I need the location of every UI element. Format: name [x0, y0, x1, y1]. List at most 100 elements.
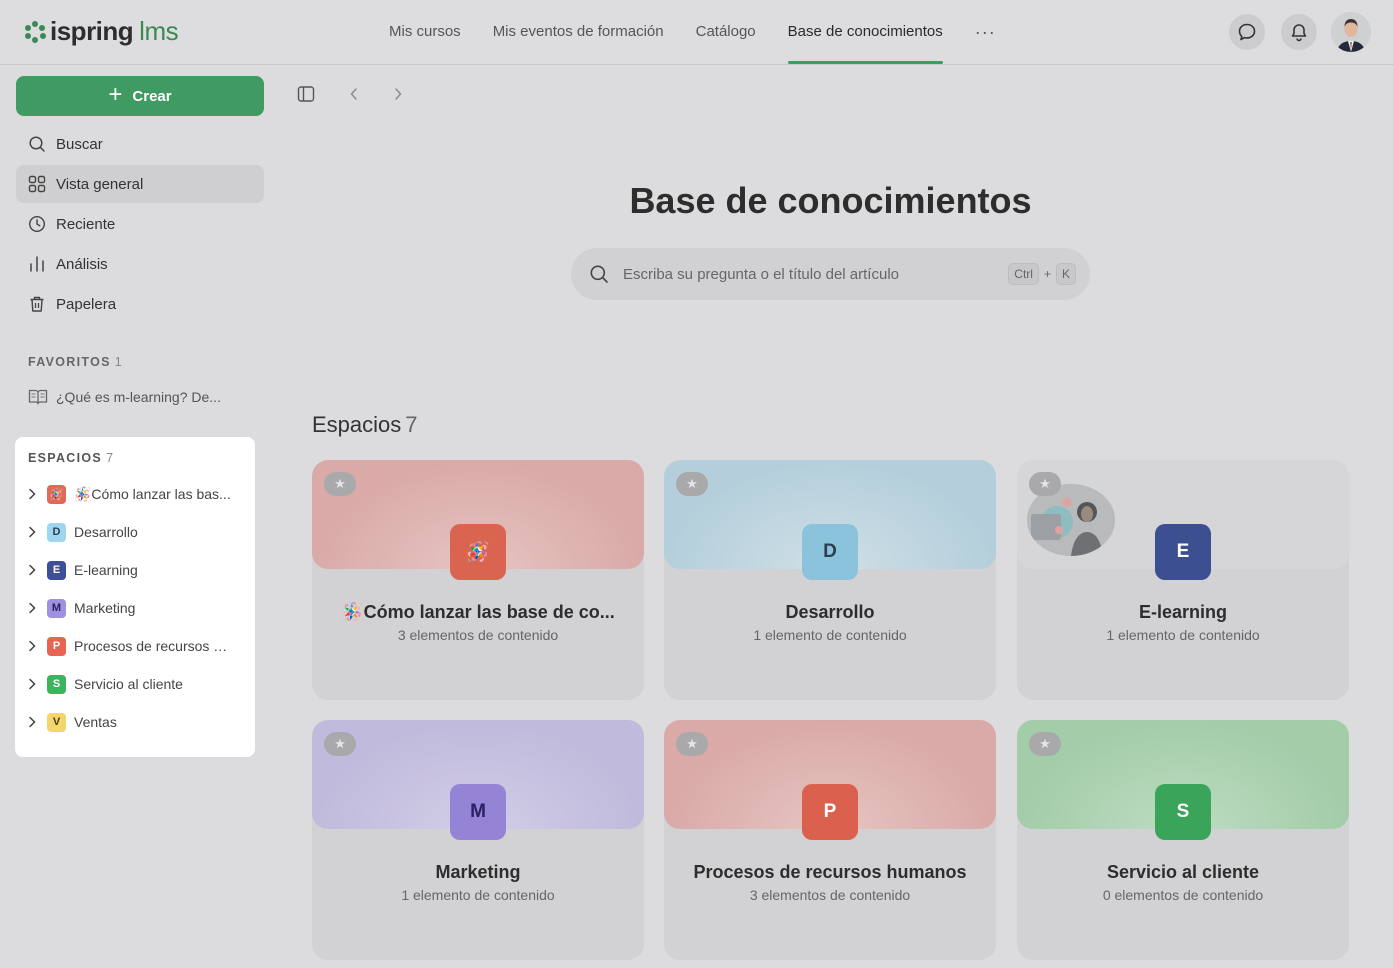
- space-label: Servicio al cliente: [74, 676, 183, 692]
- sidebar-item-analisis[interactable]: Análisis: [16, 245, 264, 283]
- user-avatar[interactable]: [1331, 12, 1371, 52]
- create-button[interactable]: + Crear: [16, 76, 264, 116]
- main-nav: Mis cursos Mis eventos de formación Catá…: [373, 0, 1012, 64]
- logo-mark-icon: [24, 20, 46, 43]
- sidebar-item-label: Análisis: [56, 255, 108, 273]
- space-label: Desarrollo: [74, 524, 138, 540]
- ispring-logo[interactable]: ispring lms: [24, 16, 179, 47]
- nav-mis-eventos[interactable]: Mis eventos de formación: [477, 0, 680, 64]
- card-subtitle: 0 elementos de contenido: [1102, 887, 1264, 903]
- card-subtitle: 1 elemento de contenido: [401, 887, 555, 903]
- space-tile: D: [802, 524, 858, 580]
- chevron-right-icon[interactable]: [25, 639, 39, 653]
- star-icon[interactable]: ★: [676, 732, 708, 756]
- card-subtitle: 1 elemento de contenido: [753, 627, 907, 643]
- space-card[interactable]: ★ 🪅 🪅Cómo lanzar las base de co... 3 ele…: [312, 460, 644, 700]
- sidebar-item-label: Reciente: [56, 215, 116, 233]
- space-tile: S: [1155, 784, 1211, 840]
- sidebar-item-label: Papelera: [56, 295, 117, 313]
- kbd-plus: +: [1043, 267, 1051, 281]
- chevron-right-icon[interactable]: [25, 563, 39, 577]
- sidebar-toggle-icon: [297, 86, 315, 102]
- nav-more-button[interactable]: ···: [959, 0, 1012, 64]
- spaces-heading: Espacios 7: [312, 412, 418, 437]
- space-badge: E: [47, 560, 66, 580]
- forward-button[interactable]: [388, 84, 408, 104]
- space-row-servicio-cliente[interactable]: S Servicio al cliente: [25, 670, 183, 698]
- space-badge: M: [47, 598, 66, 618]
- search-placeholder: Escriba su pregunta o el título del artí…: [623, 265, 899, 283]
- space-badge: V: [47, 712, 66, 732]
- chevron-right-icon[interactable]: [25, 487, 39, 501]
- space-row-como-lanzar[interactable]: 🪅 🪅Cómo lanzar las bas...: [25, 480, 231, 508]
- bell-icon: [1291, 24, 1307, 42]
- star-icon[interactable]: ★: [324, 732, 356, 756]
- spaces-heading-count: 7: [405, 412, 418, 437]
- kbd-ctrl: Ctrl: [1008, 263, 1039, 285]
- grid-icon: [28, 175, 46, 193]
- chevron-left-icon: [350, 88, 357, 100]
- kbd-k: K: [1055, 263, 1076, 285]
- space-tile: P: [802, 784, 858, 840]
- card-title: Procesos de recursos humanos: [693, 862, 967, 882]
- space-badge: S: [47, 674, 66, 694]
- brand-suffix: lms: [139, 16, 179, 46]
- spaces-count: 7: [106, 451, 115, 465]
- favorite-item-label: ¿Qué es m-learning? De...: [56, 389, 221, 405]
- chevron-right-icon[interactable]: [25, 601, 39, 615]
- space-row-e-learning[interactable]: E E-learning: [25, 556, 138, 584]
- space-card[interactable]: ★ M Marketing 1 elemento de contenido: [312, 720, 644, 960]
- star-icon[interactable]: ★: [324, 472, 356, 496]
- sidebar-item-papelera[interactable]: Papelera: [16, 285, 264, 323]
- nav-catalogo[interactable]: Catálogo: [680, 0, 772, 64]
- spaces-panel: ESPACIOS 7 🪅 🪅Cómo lanzar las bas... D De…: [15, 437, 255, 757]
- space-card[interactable]: ★ P Procesos de recursos humanos 3 eleme…: [664, 720, 996, 960]
- sidebar-item-reciente[interactable]: Reciente: [16, 205, 264, 243]
- space-label: 🪅Cómo lanzar las bas...: [74, 485, 231, 502]
- chevron-right-icon[interactable]: [25, 525, 39, 539]
- sidebar-item-label: Vista general: [56, 175, 144, 193]
- notifications-button[interactable]: [1281, 14, 1317, 50]
- star-icon[interactable]: ★: [676, 472, 708, 496]
- card-subtitle: 3 elementos de contenido: [397, 627, 559, 643]
- chat-button[interactable]: [1229, 14, 1265, 50]
- sidebar-item-buscar[interactable]: Buscar: [16, 125, 264, 163]
- back-button[interactable]: [344, 84, 364, 104]
- favorite-item[interactable]: ¿Qué es m-learning? De...: [28, 388, 221, 406]
- nav-mis-cursos[interactable]: Mis cursos: [373, 0, 477, 64]
- star-icon[interactable]: ★: [1029, 732, 1061, 756]
- card-title: Desarrollo: [785, 602, 875, 622]
- card-subtitle: 1 elemento de contenido: [1106, 627, 1260, 643]
- keyboard-shortcut: Ctrl + K: [1008, 263, 1076, 285]
- space-tile: M: [450, 784, 506, 840]
- space-row-marketing[interactable]: M Marketing: [25, 594, 135, 622]
- space-card[interactable]: ★ D Desarrollo 1 elemento de contenido: [664, 460, 996, 700]
- space-row-ventas[interactable]: V Ventas: [25, 708, 117, 736]
- knowledge-search-input[interactable]: Escriba su pregunta o el título del artí…: [571, 248, 1090, 300]
- bar-chart-icon: [30, 256, 44, 272]
- chevron-right-icon[interactable]: [25, 677, 39, 691]
- top-bar: ispring lms Mis cursos Mis eventos de for…: [0, 0, 1393, 65]
- star-icon[interactable]: ★: [1029, 472, 1061, 496]
- card-title: Servicio al cliente: [1106, 862, 1260, 882]
- space-badge: P: [47, 636, 66, 656]
- sidebar-item-label: Buscar: [56, 135, 103, 153]
- toggle-sidebar-button[interactable]: [296, 84, 316, 104]
- space-badge: D: [47, 522, 66, 542]
- chevron-right-icon: [395, 88, 402, 100]
- space-card[interactable]: ★ S Servicio al cliente 0 elementos de c…: [1017, 720, 1349, 960]
- chevron-right-icon[interactable]: [25, 715, 39, 729]
- space-label: Marketing: [74, 600, 136, 616]
- space-row-desarrollo[interactable]: D Desarrollo: [25, 518, 138, 546]
- space-card[interactable]: ★ E E-learning 1 elemento de contenido: [1017, 460, 1349, 700]
- plus-icon: +: [108, 81, 123, 108]
- nav-base-conocimientos[interactable]: Base de conocimientos: [772, 0, 959, 64]
- pinata-icon: 🪅: [47, 484, 66, 504]
- sidebar-item-vista-general[interactable]: Vista general: [16, 165, 264, 203]
- card-title: Marketing: [435, 862, 521, 882]
- trash-icon: [30, 296, 44, 312]
- space-label: E-learning: [74, 562, 138, 578]
- brand-name: ispring: [50, 16, 134, 46]
- space-row-procesos-rh[interactable]: P Procesos de recursos h...: [25, 632, 232, 660]
- space-tile: E: [1155, 524, 1211, 580]
